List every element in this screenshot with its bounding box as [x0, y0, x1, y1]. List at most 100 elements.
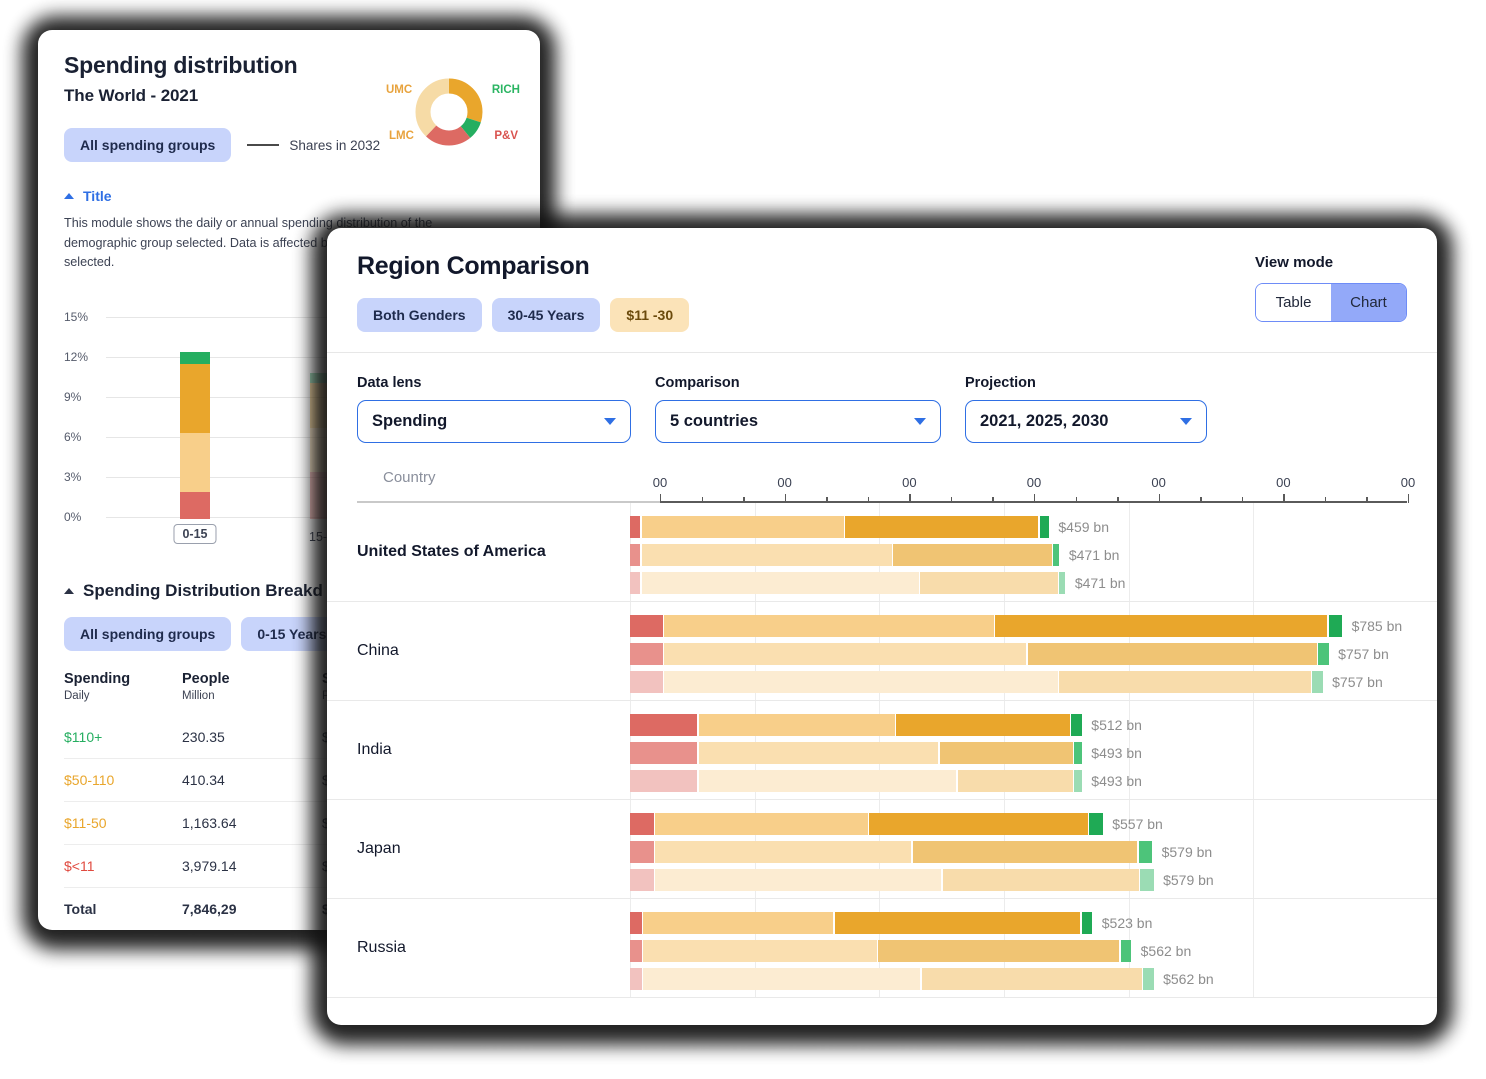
comparison-chart: Country 00 00 00 00 00 00 00 United States of … — [327, 461, 1437, 998]
row-plot: $523 bn $562 bn $562 bn — [327, 899, 1437, 997]
row-plot: $557 bn $579 bn $579 bn — [327, 800, 1437, 898]
region-comparison-header: Region Comparison Both Genders 30-45 Year… — [327, 228, 1437, 352]
cell-spending: $11-50 — [64, 800, 182, 845]
bar-value-label: $471 bn — [1068, 547, 1120, 563]
bar-value-label: $579 bn — [1163, 872, 1214, 888]
view-mode-table-button[interactable]: Table — [1256, 284, 1331, 321]
chip-all-spending-groups[interactable]: All spending groups — [64, 128, 232, 162]
bar-segment — [630, 615, 663, 637]
bar-segment — [664, 671, 1058, 693]
select-data-lens: Data lens Spending — [357, 375, 631, 443]
bar-value-label: $785 bn — [1351, 618, 1403, 634]
bar-segment — [1074, 770, 1082, 792]
breakdown-title: Spending Distribution Breakd — [83, 580, 323, 600]
y-axis-tick: 15% — [64, 309, 89, 324]
cell-people: 410.34 — [182, 757, 322, 802]
comparison-row: Russia $523 bn $562 bn $562 bn — [327, 899, 1437, 998]
bar-segment — [630, 912, 642, 934]
row-plot: $785 bn $757 bn $757 bn — [327, 602, 1437, 700]
bar-segment — [698, 742, 939, 764]
bar-segment — [1120, 940, 1132, 962]
x-axis-label[interactable]: 0-15 — [173, 523, 217, 544]
bar-segment — [845, 516, 1039, 538]
bar-segment — [1138, 841, 1153, 863]
axis-tick-major — [660, 494, 662, 503]
bar-segment — [630, 516, 641, 538]
bar-segment — [630, 770, 698, 792]
axis-tick-label: 00 — [1026, 475, 1042, 490]
bar-segment — [643, 940, 877, 962]
donut-label-lmc: LMC — [389, 130, 414, 142]
cell-total-people: 7,846,29 — [182, 886, 322, 930]
bar-segment — [630, 813, 654, 835]
region-chip-1[interactable]: 30-45 Years — [491, 298, 601, 332]
cell-people: 3,979.14 — [182, 843, 322, 888]
bar-segment — [630, 869, 654, 891]
axis-tick-label: 00 — [652, 475, 668, 490]
cell-spending: $110+ — [64, 728, 103, 745]
select-field[interactable]: 5 countries — [655, 400, 941, 443]
row-plot: $459 bn $471 bn $471 bn — [327, 503, 1437, 601]
bar-value-label: $562 bn — [1140, 943, 1192, 959]
bar-segment — [664, 643, 1027, 665]
chevron-down-icon — [914, 418, 926, 425]
select-comparison: Comparison 5 countries — [655, 375, 941, 443]
screenshot-stage: Spending distribution The World - 2021 U… — [0, 0, 1486, 1079]
axis-tick-label: 00 — [777, 475, 792, 490]
bar-segment — [939, 742, 1073, 764]
y-axis-tick: 12% — [64, 349, 89, 364]
bar-segment — [630, 643, 663, 665]
bar-segment — [878, 940, 1120, 962]
bar-segment-lmc — [180, 433, 210, 492]
title-section-toggle[interactable]: Title — [64, 188, 514, 204]
comparison-row: Japan $557 bn $579 bn $579 bn — [327, 800, 1437, 899]
bar-segment — [698, 770, 957, 792]
bar-segment — [655, 813, 868, 835]
axis-tick-label: 00 — [1151, 475, 1166, 490]
axis-tick-major — [1158, 494, 1161, 503]
th-people: People Million — [182, 670, 230, 702]
bar-segment — [942, 869, 1139, 891]
bar-value-label: $459 bn — [1058, 519, 1109, 535]
bar-segment — [1039, 516, 1049, 538]
bar-segment-umc — [180, 363, 210, 434]
y-axis-tick: 3% — [64, 469, 82, 484]
chevron-up-icon — [64, 193, 74, 199]
plot-gridline — [1253, 503, 1255, 601]
axis-tick-label: 00 — [1276, 475, 1291, 490]
cell-spending: $<11 — [64, 843, 182, 888]
plot-gridline — [1253, 899, 1255, 997]
legend-shares: Shares in 2032 — [247, 138, 380, 153]
comparison-rows: United States of America $459 bn $471 bn $4… — [327, 503, 1437, 998]
comparison-row: United States of America $459 bn $471 bn $4… — [327, 503, 1437, 602]
bar-segment — [1328, 615, 1343, 637]
bar-segment — [641, 516, 844, 538]
bar-value-label: $579 bn — [1161, 844, 1213, 860]
bar-value-label: $557 bn — [1112, 816, 1163, 832]
bar-segment — [643, 968, 921, 990]
bar-segment-pv — [180, 491, 210, 519]
control-selects-row: Data lens Spending Comparison 5 countries Pr… — [327, 353, 1437, 461]
bar-segment — [664, 615, 994, 637]
chip-breakdown-all-groups[interactable]: All spending groups — [64, 616, 232, 651]
select-field[interactable]: Spending — [357, 400, 631, 443]
axis-tick-major — [784, 494, 787, 503]
select-field[interactable]: 2021, 2025, 2030 — [965, 400, 1207, 443]
bar-segment — [1318, 643, 1329, 665]
bar-segment — [630, 940, 642, 962]
region-chip-0[interactable]: Both Genders — [357, 298, 482, 332]
axis-tick-major — [1408, 494, 1410, 503]
bar-segment — [641, 544, 892, 566]
bar-segment — [1089, 813, 1103, 835]
plot-gridline — [1128, 503, 1130, 601]
bar-value-label: $493 bn — [1091, 773, 1142, 789]
view-mode-chart-button[interactable]: Chart — [1331, 284, 1406, 321]
region-chip-2[interactable]: $11 -30 — [610, 298, 690, 332]
row-plot: $512 bn $493 bn $493 bn — [327, 701, 1437, 799]
bar-value-label: $562 bn — [1163, 971, 1214, 987]
bar-segment — [630, 544, 641, 566]
bar-group[interactable]: 0-15 — [173, 351, 217, 544]
bar-segment — [1071, 714, 1082, 736]
select-value: 5 countries — [670, 412, 759, 430]
spending-groups-donut: UMC RICH LMC P&V — [374, 72, 524, 152]
